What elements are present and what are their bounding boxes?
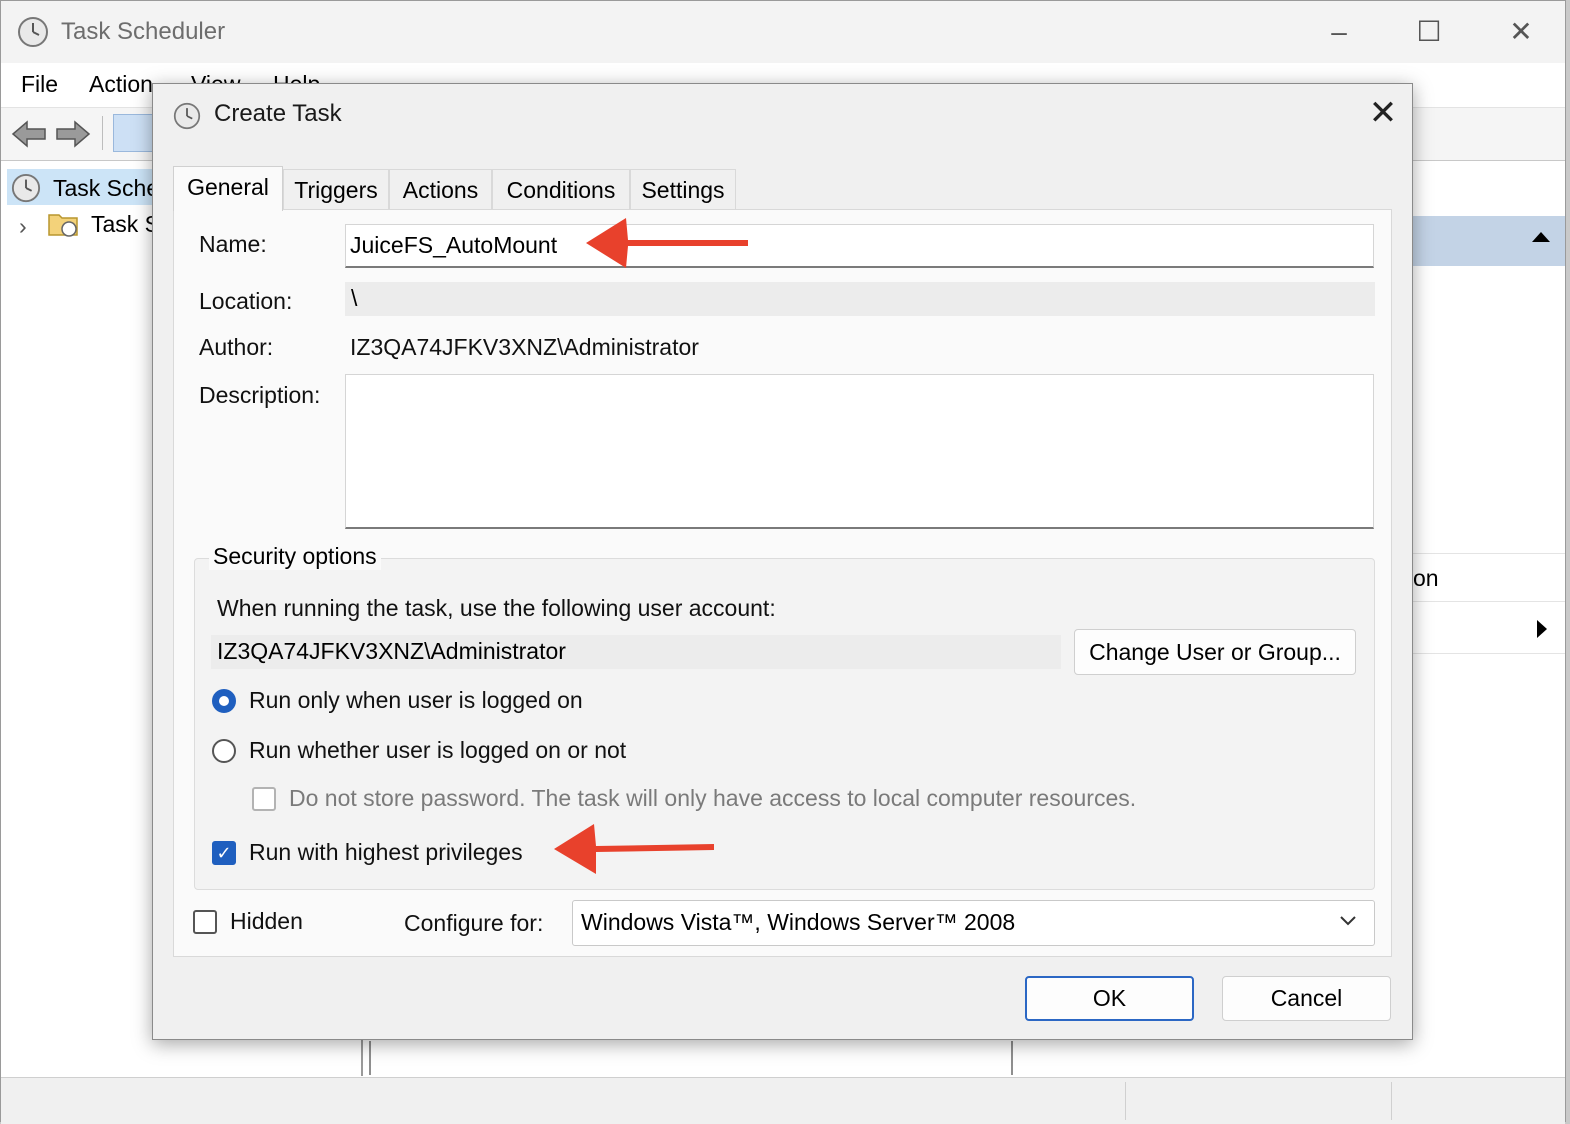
tab-settings[interactable]: Settings: [630, 169, 736, 209]
console-tree-icon[interactable]: [113, 114, 153, 152]
forward-arrow-icon[interactable]: [55, 118, 91, 155]
annotation-arrow-icon: [554, 824, 714, 874]
hidden-checkbox[interactable]: [193, 910, 217, 934]
configure-for-label: Configure for:: [404, 910, 544, 936]
back-arrow-icon[interactable]: [11, 118, 47, 155]
general-tab-panel: Name: JuiceFS_AutoMount Location: \ Auth…: [173, 209, 1392, 957]
minimize-button[interactable]: –: [1319, 15, 1359, 49]
description-label: Description:: [199, 382, 321, 408]
run-whether-label[interactable]: Run whether user is logged on or not: [249, 737, 626, 764]
actions-pane: on: [1411, 161, 1565, 1076]
run-whether-radio[interactable]: [212, 739, 236, 763]
menu-file[interactable]: File: [21, 71, 58, 98]
annotation-arrow-icon: [586, 218, 748, 268]
run-logged-on-radio[interactable]: [212, 689, 236, 713]
location-value: \: [345, 282, 1375, 316]
tree-item-task-scheduler[interactable]: Task Sche: [53, 175, 159, 202]
clock-icon: [173, 102, 201, 135]
toolbar-separator: [102, 116, 103, 150]
cancel-button[interactable]: Cancel: [1222, 976, 1391, 1021]
title-bar: Task Scheduler – ☐ ✕: [1, 1, 1565, 63]
clock-icon: [11, 173, 41, 209]
highest-privileges-label[interactable]: Run with highest privileges: [249, 839, 523, 866]
chevron-down-icon: [1338, 901, 1358, 954]
author-label: Author:: [199, 334, 274, 360]
change-user-button[interactable]: Change User or Group...: [1074, 629, 1356, 675]
status-separator: [1391, 1082, 1392, 1120]
create-task-dialog: Create Task ✕ General Triggers Actions C…: [152, 83, 1413, 1040]
window-title: Task Scheduler: [61, 18, 226, 45]
close-icon[interactable]: ✕: [1363, 94, 1403, 134]
no-store-password-label: Do not store password. The task will onl…: [289, 785, 1137, 811]
status-bar: [1, 1077, 1565, 1124]
configure-for-value: Windows Vista™, Windows Server™ 2008: [581, 909, 1016, 935]
name-label: Name:: [199, 231, 267, 257]
divider: [1411, 601, 1565, 602]
chevron-right-icon[interactable]: ›: [19, 213, 27, 240]
tab-general[interactable]: General: [173, 166, 283, 211]
security-options-group: Security options When running the task, …: [194, 543, 1375, 890]
configure-for-select[interactable]: Windows Vista™, Windows Server™ 2008: [572, 900, 1375, 946]
task-details-strip: [369, 1041, 1013, 1075]
collapse-up-icon[interactable]: [1531, 230, 1551, 249]
clock-icon: [17, 16, 49, 53]
menu-action[interactable]: Action: [89, 71, 153, 98]
name-input[interactable]: JuiceFS_AutoMount: [345, 224, 1374, 268]
user-account-value: IZ3QA74JFKV3XNZ\Administrator: [211, 635, 1061, 669]
submenu-arrow-icon[interactable]: [1535, 619, 1549, 644]
ok-button[interactable]: OK: [1025, 976, 1194, 1021]
security-options-legend: Security options: [209, 543, 381, 570]
no-store-password-checkbox[interactable]: [252, 787, 276, 811]
account-prompt: When running the task, use the following…: [217, 595, 776, 621]
tab-triggers[interactable]: Triggers: [283, 169, 389, 209]
tree-item-task-library[interactable]: Task S: [91, 211, 160, 238]
author-value: IZ3QA74JFKV3XNZ\Administrator: [350, 334, 699, 360]
status-separator: [1125, 1082, 1126, 1120]
actions-pane-header[interactable]: [1411, 216, 1565, 266]
tab-conditions[interactable]: Conditions: [492, 169, 630, 209]
divider: [1411, 553, 1565, 554]
actions-pane-item[interactable]: on: [1413, 565, 1439, 592]
close-window-button[interactable]: ✕: [1501, 15, 1541, 49]
highest-privileges-checkbox[interactable]: ✓: [212, 841, 236, 865]
hidden-label[interactable]: Hidden: [230, 908, 303, 935]
tab-actions[interactable]: Actions: [389, 169, 492, 209]
divider: [1411, 653, 1565, 654]
location-label: Location:: [199, 288, 293, 314]
dialog-title: Create Task: [214, 100, 342, 127]
run-logged-on-label[interactable]: Run only when user is logged on: [249, 687, 583, 714]
folder-icon: [47, 209, 81, 245]
description-textarea[interactable]: [345, 374, 1374, 529]
maximize-button[interactable]: ☐: [1409, 15, 1449, 49]
